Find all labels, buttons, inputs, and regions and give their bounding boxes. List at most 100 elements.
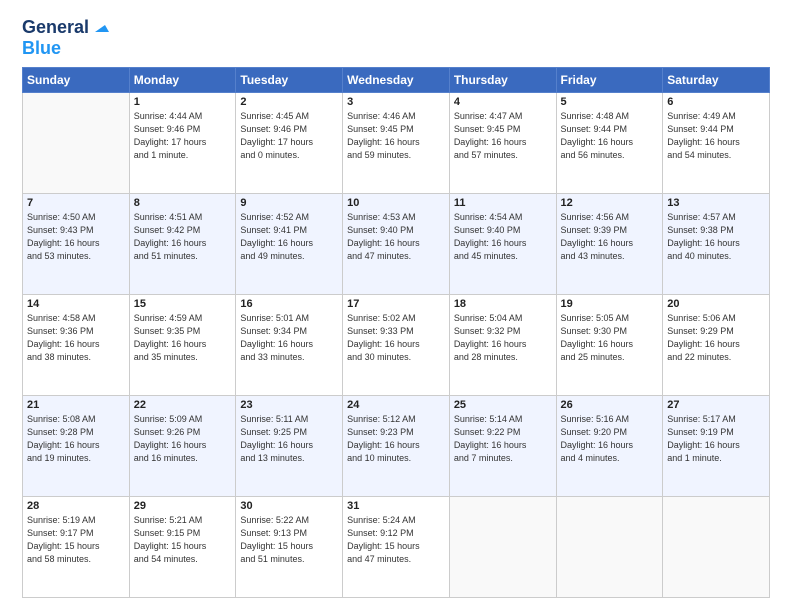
day-info: Sunrise: 5:05 AM Sunset: 9:30 PM Dayligh…: [561, 312, 659, 364]
day-info: Sunrise: 4:54 AM Sunset: 9:40 PM Dayligh…: [454, 211, 552, 263]
day-info: Sunrise: 4:57 AM Sunset: 9:38 PM Dayligh…: [667, 211, 765, 263]
day-number: 4: [454, 96, 552, 108]
day-number: 13: [667, 197, 765, 209]
day-info: Sunrise: 5:16 AM Sunset: 9:20 PM Dayligh…: [561, 413, 659, 465]
calendar-table: SundayMondayTuesdayWednesdayThursdayFrid…: [22, 67, 770, 598]
calendar-week-row: 14 Sunrise: 4:58 AM Sunset: 9:36 PM Dayli…: [23, 294, 770, 395]
weekday-header-saturday: Saturday: [663, 67, 770, 92]
calendar-week-row: 1 Sunrise: 4:44 AM Sunset: 9:46 PM Daylig…: [23, 92, 770, 193]
calendar-cell: 8 Sunrise: 4:51 AM Sunset: 9:42 PM Daylig…: [129, 193, 236, 294]
calendar-cell: 28 Sunrise: 5:19 AM Sunset: 9:17 PM Dayli…: [23, 496, 130, 597]
day-number: 15: [134, 298, 232, 310]
logo-bird-icon: [91, 18, 109, 36]
weekday-header-monday: Monday: [129, 67, 236, 92]
day-number: 6: [667, 96, 765, 108]
calendar-cell: 14 Sunrise: 4:58 AM Sunset: 9:36 PM Dayli…: [23, 294, 130, 395]
calendar-cell: 27 Sunrise: 5:17 AM Sunset: 9:19 PM Dayli…: [663, 395, 770, 496]
day-number: 11: [454, 197, 552, 209]
calendar-week-row: 7Sunrise: 4:50 AM Sunset: 9:43 PM Daylig…: [23, 193, 770, 294]
calendar-cell: 11 Sunrise: 4:54 AM Sunset: 9:40 PM Dayli…: [449, 193, 556, 294]
day-info: Sunrise: 4:44 AM Sunset: 9:46 PM Dayligh…: [134, 110, 232, 162]
day-number: 14: [27, 298, 125, 310]
day-info: Sunrise: 4:53 AM Sunset: 9:40 PM Dayligh…: [347, 211, 445, 263]
calendar-cell: 23Sunrise: 5:11 AM Sunset: 9:25 PM Dayli…: [236, 395, 343, 496]
calendar-cell: 26 Sunrise: 5:16 AM Sunset: 9:20 PM Dayli…: [556, 395, 663, 496]
calendar-header-row: SundayMondayTuesdayWednesdayThursdayFrid…: [23, 67, 770, 92]
logo-line2: Blue: [22, 38, 61, 59]
page: General Blue SundayMondayTuesdayWednesda…: [0, 0, 792, 612]
day-number: 31: [347, 500, 445, 512]
weekday-header-wednesday: Wednesday: [343, 67, 450, 92]
day-number: 17: [347, 298, 445, 310]
logo: General Blue: [22, 18, 109, 59]
day-info: Sunrise: 5:19 AM Sunset: 9:17 PM Dayligh…: [27, 514, 125, 566]
calendar-cell: 19 Sunrise: 5:05 AM Sunset: 9:30 PM Dayli…: [556, 294, 663, 395]
calendar-cell: 12Sunrise: 4:56 AM Sunset: 9:39 PM Dayli…: [556, 193, 663, 294]
day-number: 22: [134, 399, 232, 411]
calendar-cell: 15 Sunrise: 4:59 AM Sunset: 9:35 PM Dayli…: [129, 294, 236, 395]
calendar-cell: [663, 496, 770, 597]
day-number: 29: [134, 500, 232, 512]
day-number: 18: [454, 298, 552, 310]
weekday-header-sunday: Sunday: [23, 67, 130, 92]
day-info: Sunrise: 5:01 AM Sunset: 9:34 PM Dayligh…: [240, 312, 338, 364]
day-info: Sunrise: 5:21 AM Sunset: 9:15 PM Dayligh…: [134, 514, 232, 566]
day-number: 2: [240, 96, 338, 108]
day-number: 20: [667, 298, 765, 310]
weekday-header-thursday: Thursday: [449, 67, 556, 92]
day-info: Sunrise: 5:14 AM Sunset: 9:22 PM Dayligh…: [454, 413, 552, 465]
day-number: 8: [134, 197, 232, 209]
calendar-cell: 29 Sunrise: 5:21 AM Sunset: 9:15 PM Dayli…: [129, 496, 236, 597]
day-info: Sunrise: 5:17 AM Sunset: 9:19 PM Dayligh…: [667, 413, 765, 465]
day-number: 3: [347, 96, 445, 108]
calendar-cell: 2 Sunrise: 4:45 AM Sunset: 9:46 PM Daylig…: [236, 92, 343, 193]
day-info: Sunrise: 5:11 AM Sunset: 9:25 PM Dayligh…: [240, 413, 338, 465]
calendar-cell: 24 Sunrise: 5:12 AM Sunset: 9:23 PM Dayli…: [343, 395, 450, 496]
calendar-cell: 22 Sunrise: 5:09 AM Sunset: 9:26 PM Dayli…: [129, 395, 236, 496]
day-number: 24: [347, 399, 445, 411]
day-info: Sunrise: 4:46 AM Sunset: 9:45 PM Dayligh…: [347, 110, 445, 162]
day-info: Sunrise: 5:09 AM Sunset: 9:26 PM Dayligh…: [134, 413, 232, 465]
day-number: 1: [134, 96, 232, 108]
day-info: Sunrise: 5:04 AM Sunset: 9:32 PM Dayligh…: [454, 312, 552, 364]
day-info: Sunrise: 4:52 AM Sunset: 9:41 PM Dayligh…: [240, 211, 338, 263]
day-number: 21: [27, 399, 125, 411]
day-number: 26: [561, 399, 659, 411]
day-info: Sunrise: 4:49 AM Sunset: 9:44 PM Dayligh…: [667, 110, 765, 162]
calendar-cell: 18 Sunrise: 5:04 AM Sunset: 9:32 PM Dayli…: [449, 294, 556, 395]
day-number: 27: [667, 399, 765, 411]
calendar-cell: 30Sunrise: 5:22 AM Sunset: 9:13 PM Dayli…: [236, 496, 343, 597]
weekday-header-friday: Friday: [556, 67, 663, 92]
day-info: Sunrise: 5:24 AM Sunset: 9:12 PM Dayligh…: [347, 514, 445, 566]
calendar-cell: 1 Sunrise: 4:44 AM Sunset: 9:46 PM Daylig…: [129, 92, 236, 193]
calendar-cell: 4 Sunrise: 4:47 AM Sunset: 9:45 PM Daylig…: [449, 92, 556, 193]
day-number: 30: [240, 500, 338, 512]
calendar-week-row: 28 Sunrise: 5:19 AM Sunset: 9:17 PM Dayli…: [23, 496, 770, 597]
calendar-cell: 5 Sunrise: 4:48 AM Sunset: 9:44 PM Daylig…: [556, 92, 663, 193]
day-info: Sunrise: 5:06 AM Sunset: 9:29 PM Dayligh…: [667, 312, 765, 364]
day-number: 5: [561, 96, 659, 108]
day-number: 12: [561, 197, 659, 209]
calendar-cell: 21Sunrise: 5:08 AM Sunset: 9:28 PM Dayli…: [23, 395, 130, 496]
day-number: 19: [561, 298, 659, 310]
day-number: 16: [240, 298, 338, 310]
calendar-cell: 3 Sunrise: 4:46 AM Sunset: 9:45 PM Daylig…: [343, 92, 450, 193]
day-info: Sunrise: 4:47 AM Sunset: 9:45 PM Dayligh…: [454, 110, 552, 162]
calendar-cell: [449, 496, 556, 597]
calendar-cell: 31 Sunrise: 5:24 AM Sunset: 9:12 PM Dayli…: [343, 496, 450, 597]
day-info: Sunrise: 5:12 AM Sunset: 9:23 PM Dayligh…: [347, 413, 445, 465]
calendar-cell: [23, 92, 130, 193]
day-info: Sunrise: 4:45 AM Sunset: 9:46 PM Dayligh…: [240, 110, 338, 162]
calendar-cell: 7Sunrise: 4:50 AM Sunset: 9:43 PM Daylig…: [23, 193, 130, 294]
day-info: Sunrise: 4:51 AM Sunset: 9:42 PM Dayligh…: [134, 211, 232, 263]
calendar-cell: 25Sunrise: 5:14 AM Sunset: 9:22 PM Dayli…: [449, 395, 556, 496]
day-info: Sunrise: 5:02 AM Sunset: 9:33 PM Dayligh…: [347, 312, 445, 364]
calendar-week-row: 21Sunrise: 5:08 AM Sunset: 9:28 PM Dayli…: [23, 395, 770, 496]
logo-line1: General: [22, 18, 109, 38]
day-info: Sunrise: 4:59 AM Sunset: 9:35 PM Dayligh…: [134, 312, 232, 364]
day-info: Sunrise: 4:48 AM Sunset: 9:44 PM Dayligh…: [561, 110, 659, 162]
day-info: Sunrise: 4:58 AM Sunset: 9:36 PM Dayligh…: [27, 312, 125, 364]
calendar-cell: 17 Sunrise: 5:02 AM Sunset: 9:33 PM Dayli…: [343, 294, 450, 395]
day-number: 28: [27, 500, 125, 512]
calendar-cell: 20 Sunrise: 5:06 AM Sunset: 9:29 PM Dayli…: [663, 294, 770, 395]
